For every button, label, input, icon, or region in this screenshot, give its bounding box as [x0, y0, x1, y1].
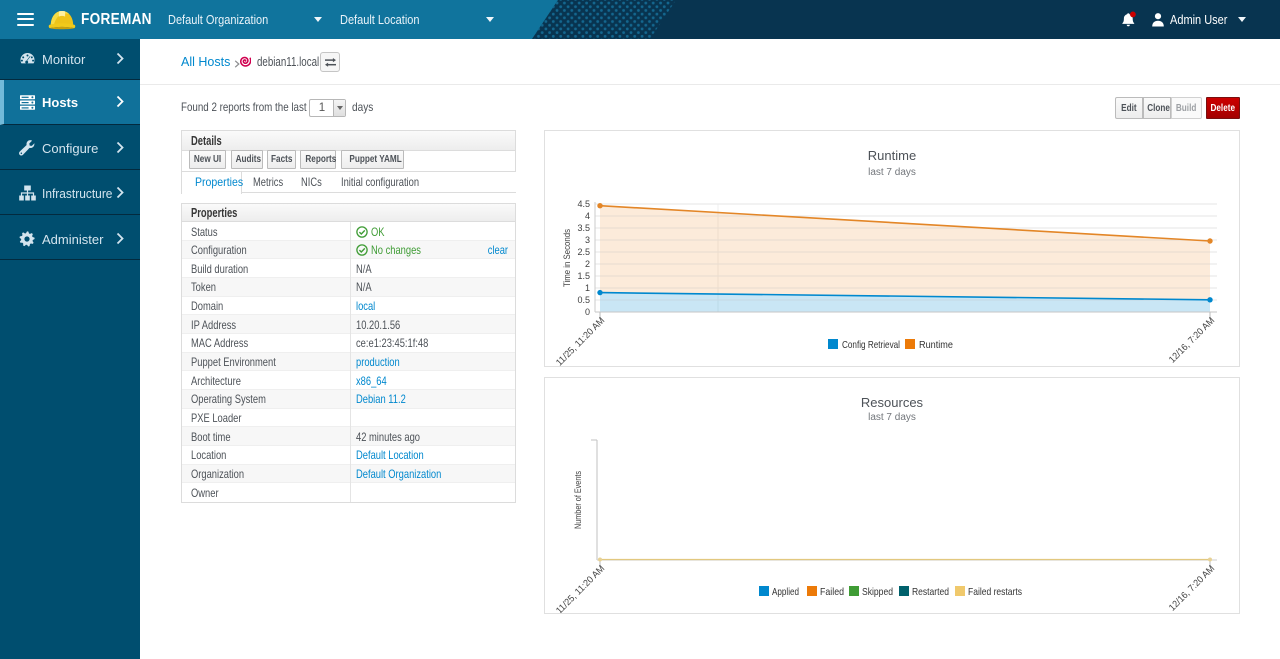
svg-text:Time in Seconds: Time in Seconds — [562, 229, 572, 287]
svg-text:0: 0 — [585, 307, 590, 317]
svg-text:0.5: 0.5 — [577, 295, 590, 305]
svg-text:12/16, 7:20 AM: 12/16, 7:20 AM — [1167, 315, 1217, 365]
svg-text:12/16, 7:20 AM: 12/16, 7:20 AM — [1167, 563, 1217, 613]
svg-text:2.5: 2.5 — [577, 247, 590, 257]
svg-text:11/25, 11:20 AM: 11/25, 11:20 AM — [554, 315, 607, 366]
svg-text:1.5: 1.5 — [577, 271, 590, 281]
svg-text:Number of Events: Number of Events — [573, 471, 583, 529]
svg-text:11/25, 11:20 AM: 11/25, 11:20 AM — [554, 563, 607, 613]
svg-text:3: 3 — [585, 235, 590, 245]
svg-text:Runtime: Runtime — [919, 339, 953, 351]
svg-text:2: 2 — [585, 259, 590, 269]
svg-text:Failed: Failed — [820, 586, 844, 598]
svg-text:Config Retrieval: Config Retrieval — [842, 339, 900, 351]
svg-text:1: 1 — [585, 283, 590, 293]
svg-text:Failed restarts: Failed restarts — [968, 586, 1022, 598]
svg-text:Applied: Applied — [772, 586, 799, 598]
svg-text:Skipped: Skipped — [862, 586, 893, 598]
svg-text:4: 4 — [585, 211, 590, 221]
svg-text:3.5: 3.5 — [577, 223, 590, 233]
svg-text:4.5: 4.5 — [577, 199, 590, 209]
svg-text:Restarted: Restarted — [912, 586, 949, 598]
